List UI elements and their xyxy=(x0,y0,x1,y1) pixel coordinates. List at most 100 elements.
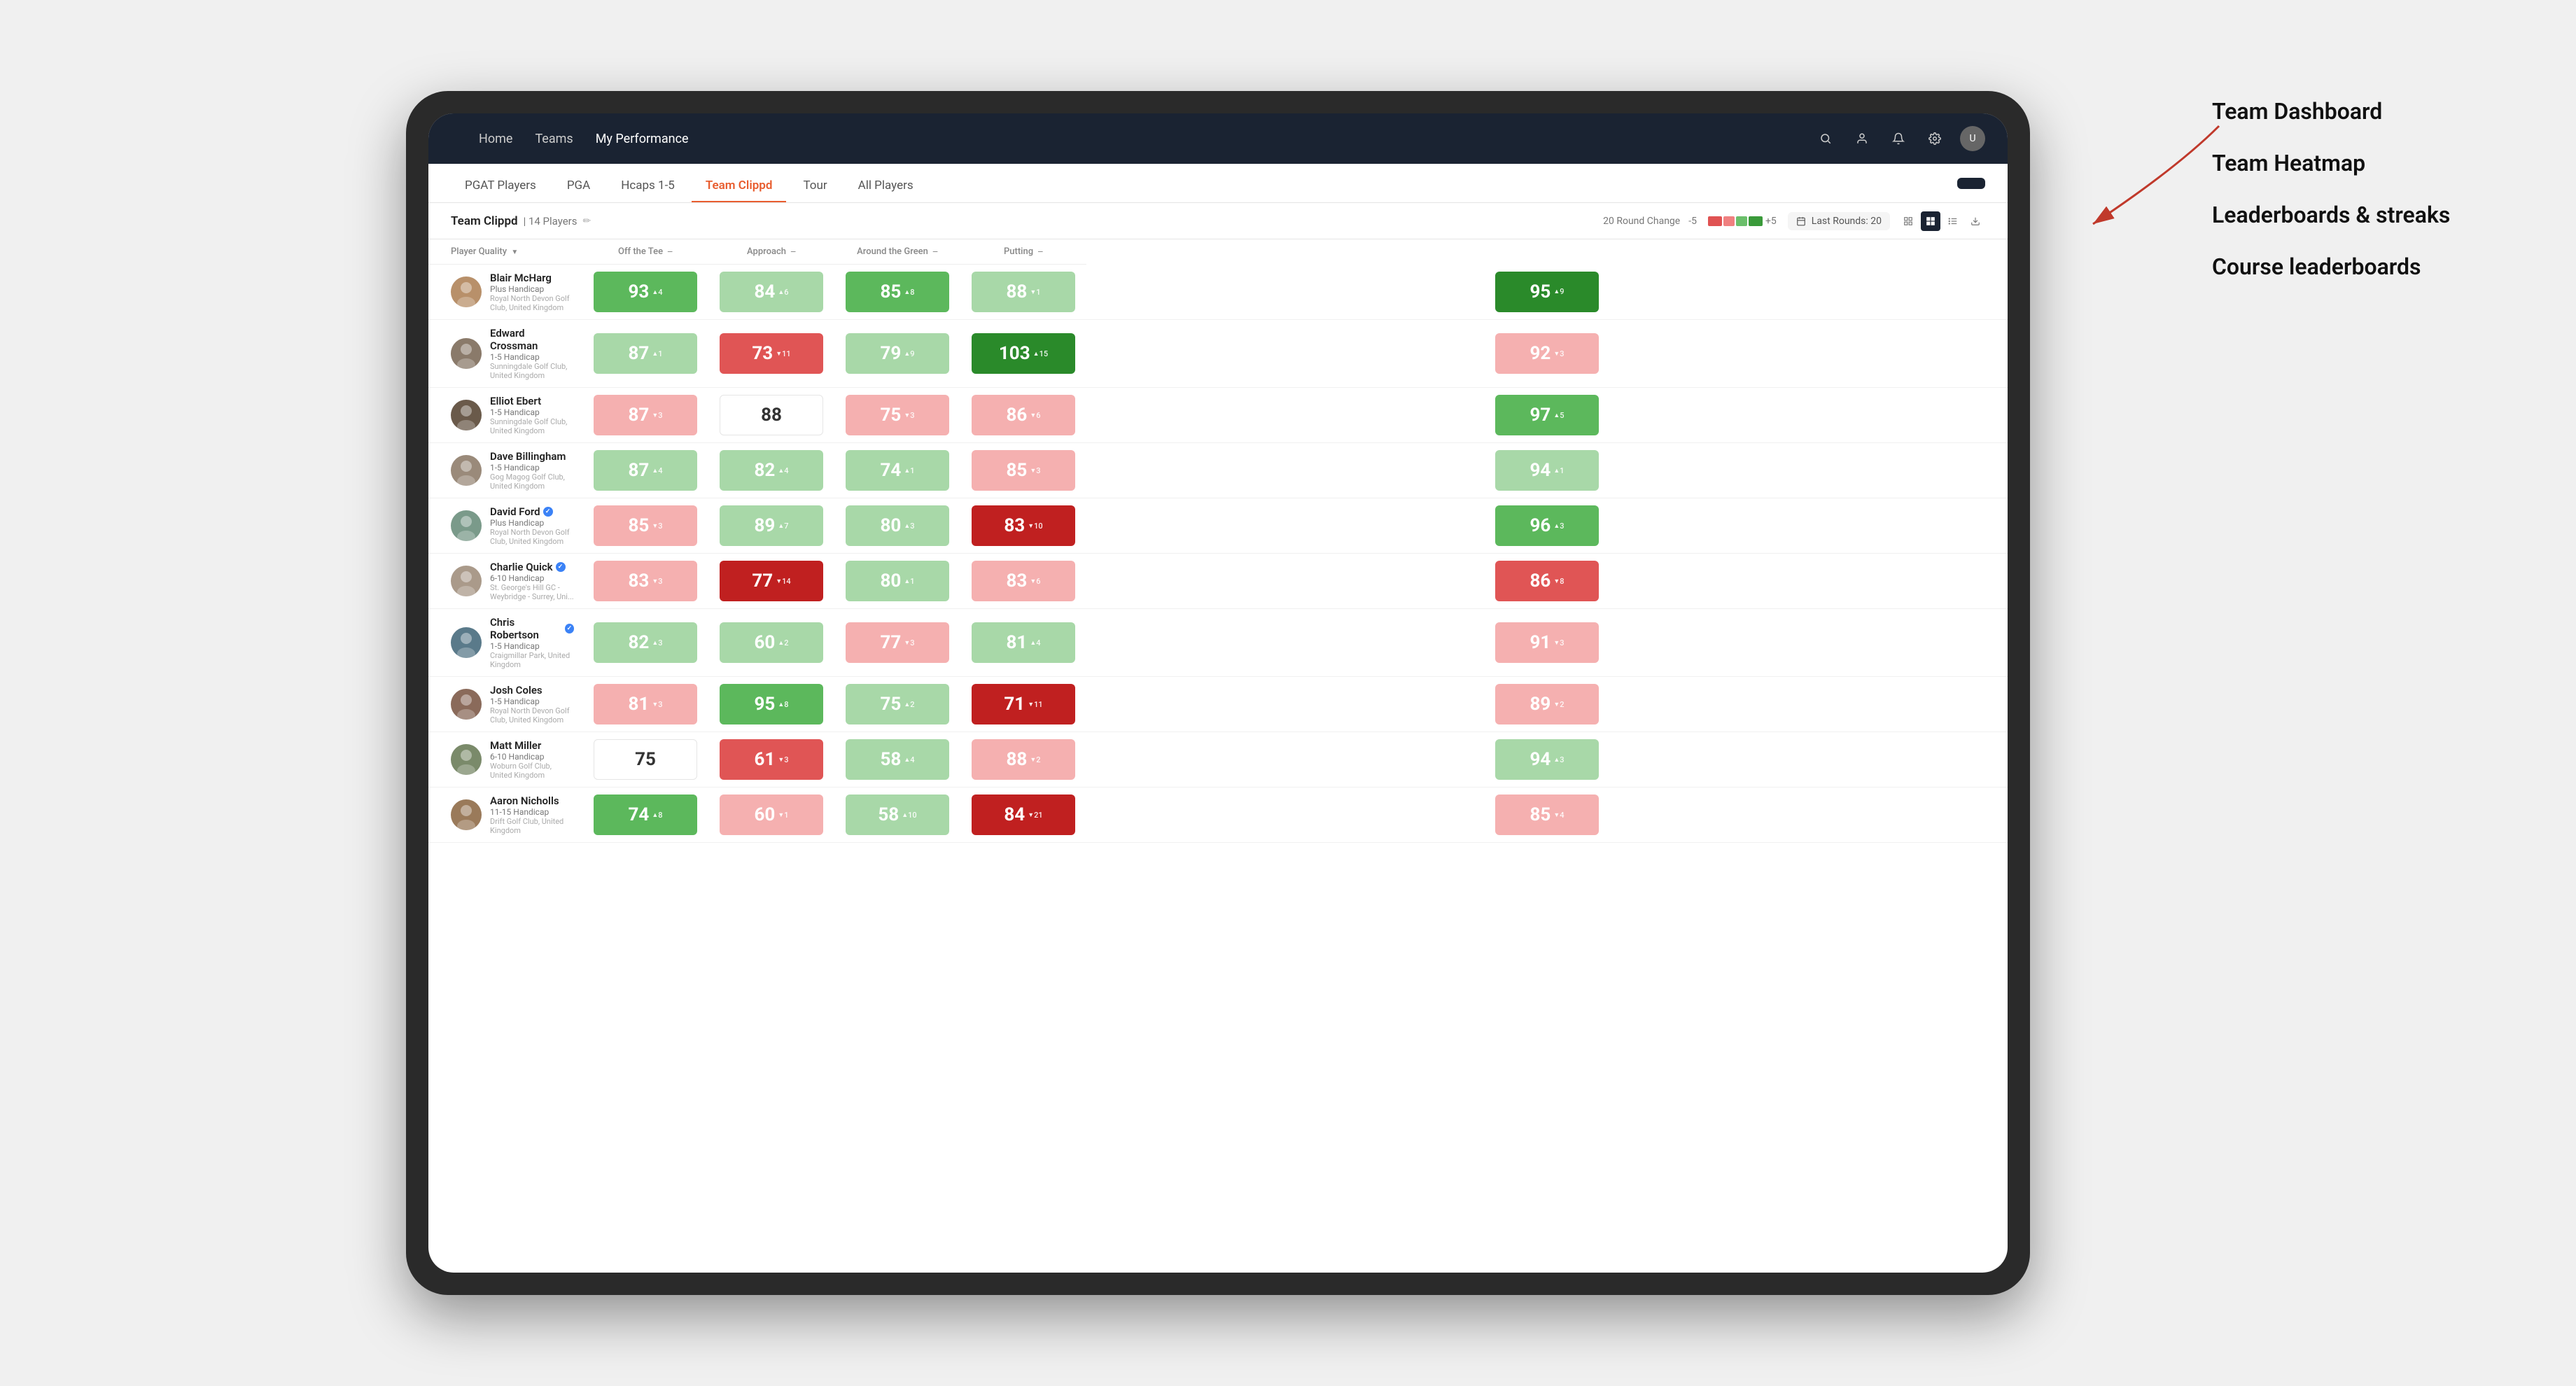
score-box-r6-c2: 77▼3 xyxy=(846,622,949,663)
score-val-r8-c4: 94 xyxy=(1530,749,1550,770)
settings-icon[interactable] xyxy=(1924,127,1946,150)
score-val-r4-c1: 89 xyxy=(754,515,775,536)
score-change-r5-c2: ▲1 xyxy=(904,577,914,586)
score-box-r4-c0: 85▼3 xyxy=(594,505,697,546)
score-change-r5-c0: ▼3 xyxy=(652,577,662,586)
player-cell-7: Josh Coles1-5 HandicapRoyal North Devon … xyxy=(428,677,582,732)
player-handicap-0: Plus Handicap xyxy=(490,284,574,294)
add-team-button[interactable] xyxy=(1957,178,1985,189)
player-name-3: Dave Billingham xyxy=(490,450,574,463)
cb-green xyxy=(1736,216,1747,226)
view-icon-list[interactable] xyxy=(1943,211,1963,231)
player-info-4[interactable]: David Ford✓Plus HandicapRoyal North Devo… xyxy=(428,498,582,553)
player-avatar-0 xyxy=(451,276,482,307)
view-icon-heatmap[interactable] xyxy=(1921,211,1940,231)
player-cell-3: Dave Billingham1-5 HandicapGog Magog Gol… xyxy=(428,443,582,498)
annotation-area: Team DashboardTeam HeatmapLeaderboards &… xyxy=(2212,56,2548,305)
profile-icon[interactable] xyxy=(1851,127,1873,150)
player-handicap-7: 1-5 Handicap xyxy=(490,696,574,706)
player-info-8[interactable]: Matt Miller6-10 HandicapWoburn Golf Club… xyxy=(428,732,582,787)
tab-all-players[interactable]: All Players xyxy=(844,178,927,202)
score-cell-r7-c1: 95▲8 xyxy=(708,677,834,732)
tab-pgat-players[interactable]: PGAT Players xyxy=(451,178,550,202)
score-box-r7-c4: 89▼2 xyxy=(1495,684,1599,724)
player-info-6[interactable]: Chris Robertson✓1-5 HandicapCraigmillar … xyxy=(428,609,582,676)
player-info-3[interactable]: Dave Billingham1-5 HandicapGog Magog Gol… xyxy=(428,443,582,498)
score-val-r7-c1: 95 xyxy=(754,694,775,715)
player-text-5: Charlie Quick✓6-10 HandicapSt. George's … xyxy=(490,561,574,601)
score-change-r1-c3: ▲15 xyxy=(1033,349,1048,358)
view-icon-grid[interactable] xyxy=(1898,211,1918,231)
score-val-r9-c0: 74 xyxy=(628,804,649,825)
player-info-2[interactable]: Elliot Ebert1-5 HandicapSunningdale Golf… xyxy=(428,388,582,442)
tab-team-clippd[interactable]: Team Clippd xyxy=(692,178,787,202)
player-cell-8: Matt Miller6-10 HandicapWoburn Golf Club… xyxy=(428,732,582,788)
player-info-0[interactable]: Blair McHargPlus HandicapRoyal North Dev… xyxy=(428,265,582,319)
score-change-r2-c0: ▼3 xyxy=(652,411,662,420)
player-club-6: Craigmillar Park, United Kingdom xyxy=(490,651,574,669)
col-player-quality[interactable]: Player Quality ▼ xyxy=(428,239,582,265)
table-row: Edward Crossman1-5 HandicapSunningdale G… xyxy=(428,320,2008,388)
bell-icon[interactable] xyxy=(1887,127,1910,150)
tab-pga[interactable]: PGA xyxy=(553,178,604,202)
nav-link-home[interactable]: Home xyxy=(479,132,512,146)
last-rounds-selector[interactable]: Last Rounds: 20 xyxy=(1788,212,1890,230)
edit-team-icon[interactable]: ✏ xyxy=(583,216,592,227)
score-box-r0-c2: 85▲8 xyxy=(846,272,949,312)
score-val-r1-c4: 92 xyxy=(1530,343,1550,364)
player-info-9[interactable]: Aaron Nicholls11-15 HandicapDrift Golf C… xyxy=(428,788,582,842)
player-cell-5: Charlie Quick✓6-10 HandicapSt. George's … xyxy=(428,554,582,609)
data-table-container: Player Quality ▼ Off the Tee — Approach … xyxy=(428,239,2008,1273)
score-val-r8-c0: 75 xyxy=(635,749,656,770)
player-info-5[interactable]: Charlie Quick✓6-10 HandicapSt. George's … xyxy=(428,554,582,608)
table-row: Matt Miller6-10 HandicapWoburn Golf Club… xyxy=(428,732,2008,788)
player-name-7: Josh Coles xyxy=(490,684,574,696)
player-text-6: Chris Robertson✓1-5 HandicapCraigmillar … xyxy=(490,616,574,669)
player-info-1[interactable]: Edward Crossman1-5 HandicapSunningdale G… xyxy=(428,320,582,387)
score-change-r3-c0: ▲4 xyxy=(652,466,662,475)
score-box-r3-c1: 82▲4 xyxy=(720,450,823,491)
score-val-r0-c0: 93 xyxy=(628,281,649,302)
score-cell-r3-c3: 85▼3 xyxy=(960,443,1086,498)
score-change-r9-c4: ▼4 xyxy=(1553,811,1564,820)
nav-link-teams[interactable]: Teams xyxy=(535,132,573,146)
player-info-7[interactable]: Josh Coles1-5 HandicapRoyal North Devon … xyxy=(428,677,582,732)
score-change-r4-c4: ▲3 xyxy=(1553,522,1564,531)
user-avatar[interactable]: U xyxy=(1960,126,1985,151)
score-val-r0-c2: 85 xyxy=(880,281,901,302)
score-cell-r8-c4: 94▲3 xyxy=(1086,732,2008,788)
tablet-screen: Home Teams My Performance xyxy=(428,113,2008,1273)
score-val-r4-c3: 83 xyxy=(1004,515,1025,536)
score-change-r6-c2: ▼3 xyxy=(904,638,914,648)
score-change-r5-c1: ▼14 xyxy=(776,577,790,586)
nav-icons: U xyxy=(1814,126,1985,151)
table-row: Charlie Quick✓6-10 HandicapSt. George's … xyxy=(428,554,2008,609)
view-icon-download[interactable] xyxy=(1966,211,1985,231)
score-cell-r8-c0: 75 xyxy=(582,732,708,788)
score-cell-r1-c3: 103▲15 xyxy=(960,320,1086,388)
col-putting[interactable]: Putting — xyxy=(960,239,1086,265)
score-cell-r8-c3: 88▼2 xyxy=(960,732,1086,788)
annotation-arrow xyxy=(2037,112,2233,238)
col-around-green[interactable]: Around the Green — xyxy=(834,239,960,265)
col-approach[interactable]: Approach — xyxy=(708,239,834,265)
score-val-r3-c0: 87 xyxy=(628,460,649,481)
annotation-item: Team Dashboard xyxy=(2212,98,2548,125)
score-change-r1-c4: ▼3 xyxy=(1553,349,1564,358)
nav-links: Home Teams My Performance xyxy=(479,132,1814,146)
verified-badge-4: ✓ xyxy=(543,507,553,517)
player-text-1: Edward Crossman1-5 HandicapSunningdale G… xyxy=(490,327,574,380)
last-rounds-label: Last Rounds: 20 xyxy=(1812,216,1882,227)
score-val-r6-c1: 60 xyxy=(754,632,775,653)
score-val-r5-c0: 83 xyxy=(628,570,649,592)
search-icon[interactable] xyxy=(1814,127,1837,150)
score-box-r2-c3: 86▼6 xyxy=(972,395,1075,435)
tab-hcaps[interactable]: Hcaps 1-5 xyxy=(607,178,689,202)
score-cell-r0-c1: 84▲6 xyxy=(708,265,834,320)
tab-tour[interactable]: Tour xyxy=(789,178,841,202)
score-val-r8-c3: 88 xyxy=(1006,749,1027,770)
col-off-tee[interactable]: Off the Tee — xyxy=(582,239,708,265)
score-box-r3-c0: 87▲4 xyxy=(594,450,697,491)
score-cell-r9-c1: 60▼1 xyxy=(708,788,834,843)
nav-link-myperformance[interactable]: My Performance xyxy=(596,132,689,146)
